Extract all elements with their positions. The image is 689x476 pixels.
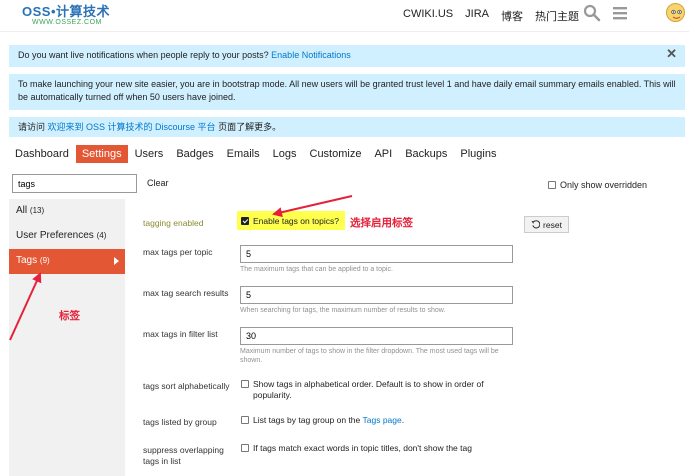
annotation-arrows [9, 195, 353, 341]
annotation-enable-tags: 选择启用标签 [350, 217, 413, 229]
arrow-to-tags-sidebar [9, 272, 42, 341]
arrow-to-enable-tags [272, 195, 353, 218]
annotation-tags: 标签 [59, 310, 80, 322]
